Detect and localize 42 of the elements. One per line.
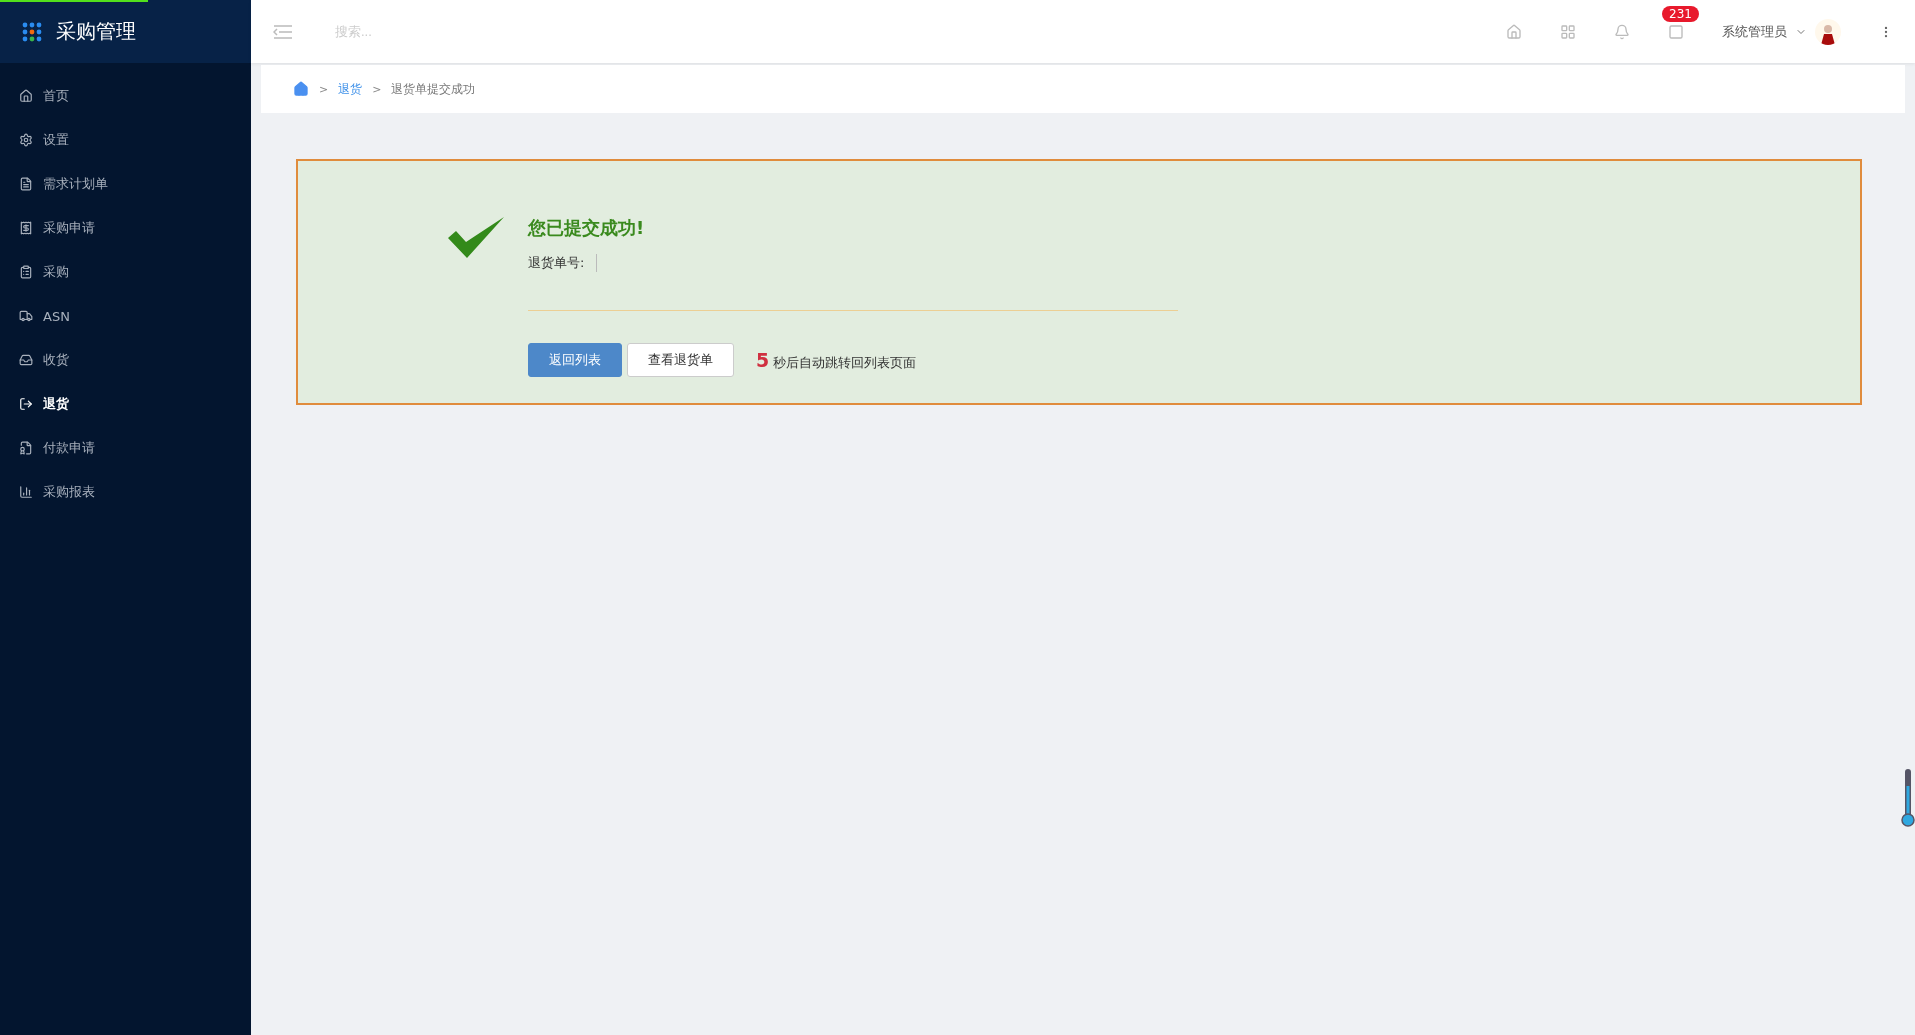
separator-text: > (319, 82, 329, 96)
sidebar-item[interactable]: 收货 (0, 338, 251, 382)
message-count-badge: 231 (1662, 5, 1699, 22)
inbox-icon (19, 353, 33, 367)
avatar[interactable] (1815, 18, 1841, 45)
truck-icon (19, 309, 33, 323)
document-icon (19, 441, 33, 455)
document-icon (19, 177, 33, 191)
app-title: 采购管理 (56, 18, 136, 45)
app-grid-icon (22, 21, 42, 42)
home-icon[interactable] (1506, 23, 1522, 40)
logout-icon (19, 397, 33, 411)
sidebar-item[interactable]: 采购报表 (0, 470, 251, 514)
user-name[interactable]: 系统管理员 (1722, 22, 1787, 41)
sidebar-item[interactable]: ASN (0, 294, 251, 338)
value-divider (596, 254, 598, 272)
menu-collapse-icon[interactable] (273, 23, 293, 40)
breadcrumb-current: 退货单提交成功 (391, 80, 476, 98)
success-title: 您已提交成功! (528, 216, 646, 240)
grid-icon[interactable] (1560, 23, 1576, 40)
sidebar-item[interactable]: 采购申请 (0, 206, 251, 250)
checkmark-icon (448, 216, 504, 260)
clipboard-icon (19, 265, 33, 279)
thermometer-icon[interactable] (1901, 768, 1915, 828)
countdown-text: 5 秒后自动跳转回列表页面 (756, 348, 917, 372)
back-to-list-button[interactable]: 返回列表 (528, 343, 622, 377)
settings-icon (19, 133, 33, 147)
field-label: 退货单号: (528, 254, 585, 272)
home-icon (19, 89, 33, 103)
home-icon[interactable] (293, 81, 309, 97)
view-button[interactable]: 查看退货单 (627, 343, 734, 377)
bar-chart-icon (19, 485, 33, 499)
sidebar-item[interactable]: 需求计划单 (0, 162, 251, 206)
sidebar-item[interactable]: 退货 (0, 382, 251, 426)
sidebar-item[interactable]: 首页 (0, 74, 251, 118)
receipt-icon (19, 221, 33, 235)
separator-text: > (372, 82, 382, 96)
sidebar-item[interactable]: 设置 (0, 118, 251, 162)
bell-icon[interactable] (1614, 23, 1630, 40)
sidebar-item[interactable]: 付款申请 (0, 426, 251, 470)
sidebar-item[interactable]: 采购 (0, 250, 251, 294)
breadcrumb-link[interactable]: 退货 (338, 80, 363, 98)
